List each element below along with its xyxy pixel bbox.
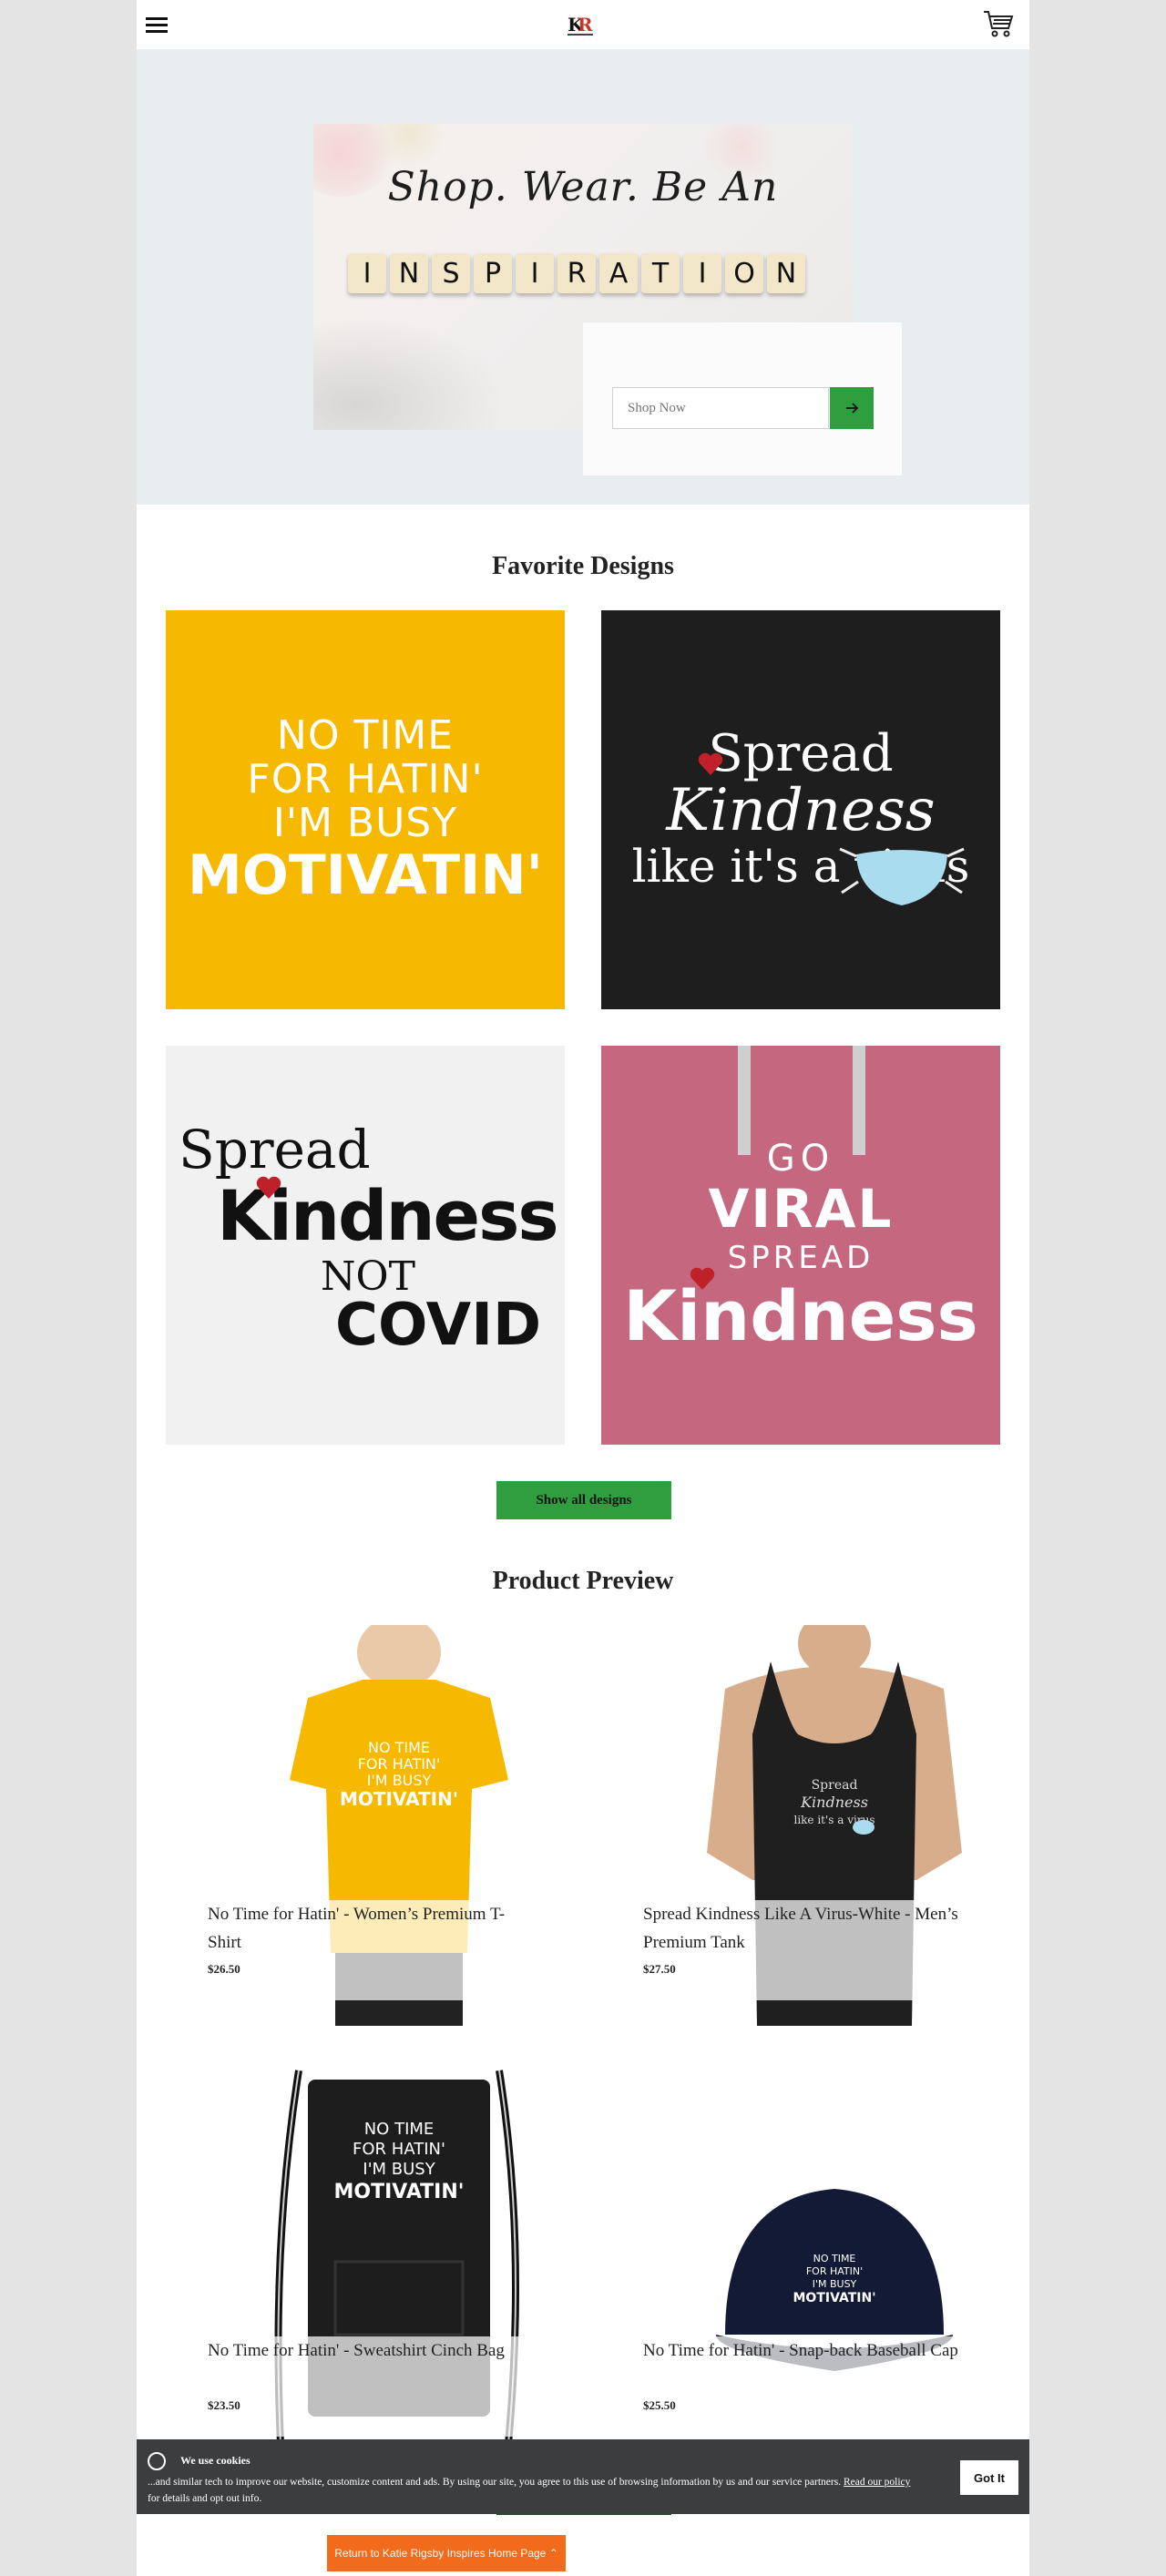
- show-all-designs-button[interactable]: Show all designs: [496, 1481, 671, 1519]
- svg-text:NO TIME: NO TIME: [364, 2120, 435, 2139]
- svg-text:FOR HATIN': FOR HATIN': [353, 2140, 445, 2159]
- design-line: SPREAD: [727, 1240, 874, 1276]
- design-line: MOTIVATIN': [188, 843, 543, 907]
- product-caption: No Time for Hatin' - Snap-back Baseball …: [643, 2336, 980, 2437]
- cookie-body: ...and similar tech to improve our websi…: [148, 2477, 844, 2488]
- product-card-mens-tank[interactable]: Spread Kindness like it's a virus Spread…: [643, 1625, 1026, 2026]
- cookie-text: ...and similar tech to improve our websi…: [148, 2474, 922, 2507]
- hoodie-drawstrings: [738, 1046, 865, 1155]
- shop-now-input[interactable]: [612, 387, 829, 429]
- heart-icon: [698, 752, 723, 775]
- svg-text:MOTIVATIN': MOTIVATIN': [340, 1788, 458, 1810]
- letter-tile: S: [432, 253, 470, 293]
- product-price: $27.50: [643, 1962, 676, 1976]
- letter-tile: N: [390, 253, 428, 293]
- svg-text:I'M BUSY: I'M BUSY: [813, 2278, 857, 2290]
- letter-tile: P: [474, 253, 512, 293]
- letter-tile: I: [516, 253, 554, 293]
- product-name: No Time for Hatin' - Snap-back Baseball …: [643, 2341, 958, 2360]
- design-line: I'M BUSY: [272, 800, 458, 846]
- svg-text:FOR HATIN': FOR HATIN': [806, 2265, 863, 2277]
- heart-icon: [690, 1267, 715, 1290]
- design-go-viral-spread-kindness[interactable]: GO VIRAL SPREAD Kindness: [601, 1046, 1000, 1445]
- product-price: $26.50: [208, 1962, 240, 1976]
- svg-text:FOR HATIN': FOR HATIN': [358, 1755, 441, 1773]
- cookie-title: We use cookies: [180, 2454, 251, 2467]
- svg-text:I'M BUSY: I'M BUSY: [367, 1772, 432, 1789]
- inspiration-tiles: I N S P I R A T I O N: [348, 253, 805, 293]
- product-caption: Spread Kindness Like A Virus-White - Men…: [643, 1900, 980, 2000]
- letter-tile: N: [767, 253, 805, 293]
- svg-text:I'M BUSY: I'M BUSY: [363, 2160, 435, 2179]
- svg-text:Spread: Spread: [812, 1778, 858, 1793]
- svg-text:NO TIME: NO TIME: [813, 2253, 856, 2264]
- svg-text:NO TIME: NO TIME: [368, 1739, 430, 1756]
- design-line: COVID: [335, 1292, 542, 1359]
- logo[interactable]: K R: [562, 9, 598, 40]
- design-line: FOR HATIN': [247, 756, 484, 802]
- favorite-designs-title: Favorite Designs: [492, 552, 674, 580]
- product-caption: No Time for Hatin' - Women’s Premium T-S…: [208, 1900, 545, 2000]
- svg-text:MOTIVATIN': MOTIVATIN': [334, 2181, 465, 2203]
- chevron-up-icon: ⌃: [548, 2547, 558, 2560]
- letter-tile: I: [683, 253, 721, 293]
- page: K R Shop. Wear. Be An I N S P I R A T I …: [137, 0, 1029, 2576]
- product-preview-title: Product Preview: [492, 1567, 674, 1595]
- svg-text:R: R: [578, 14, 593, 36]
- return-home-button[interactable]: Return to Katie Rigsby Inspires Home Pag…: [327, 2535, 566, 2571]
- cookie-banner: We use cookies ...and similar tech to im…: [137, 2439, 1029, 2514]
- cookie-icon: [148, 2452, 166, 2470]
- design-spread-kindness-virus[interactable]: Spread Kindness like it's a virus: [601, 610, 1000, 1009]
- hero-headline: Shop. Wear. Be An: [387, 164, 779, 210]
- hero-banner: Shop. Wear. Be An I N S P I R A T I O N: [137, 49, 1029, 505]
- design-line: NO TIME: [276, 712, 455, 759]
- shop-now-button[interactable]: [830, 387, 874, 429]
- header: K R: [137, 0, 1029, 50]
- design-no-time-for-hatin[interactable]: NO TIME FOR HATIN' I'M BUSY MOTIVATIN': [166, 610, 565, 1009]
- design-line: Kindness: [666, 777, 936, 844]
- face-mask-icon: [839, 847, 965, 905]
- product-name: No Time for Hatin' - Women’s Premium T-S…: [208, 1905, 506, 1952]
- design-line: VIRAL: [708, 1178, 894, 1240]
- letter-tile: O: [725, 253, 763, 293]
- product-price: $23.50: [208, 2398, 240, 2412]
- svg-text:Kindness: Kindness: [800, 1794, 868, 1811]
- design-line: Kindness: [623, 1275, 978, 1356]
- shop-now-card: [583, 322, 902, 475]
- product-price: $25.50: [643, 2398, 676, 2412]
- return-home-label: Return to Katie Rigsby Inspires Home Pag…: [334, 2547, 547, 2560]
- letter-tile: R: [557, 253, 596, 293]
- svg-text:MOTIVATIN': MOTIVATIN': [793, 2291, 876, 2305]
- hamburger-menu-icon[interactable]: [146, 15, 171, 35]
- product-caption: No Time for Hatin' - Sweatshirt Cinch Ba…: [208, 2336, 545, 2437]
- product-card-womens-tshirt[interactable]: NO TIME FOR HATIN' I'M BUSY MOTIVATIN' N…: [208, 1625, 590, 2026]
- design-line: Spread: [179, 1119, 371, 1181]
- letter-tile: A: [599, 253, 638, 293]
- letter-tile: I: [348, 253, 386, 293]
- shopping-cart-icon[interactable]: [982, 7, 1015, 40]
- cookie-body-after: for details and opt out info.: [148, 2493, 262, 2504]
- arrow-right-icon: [846, 403, 859, 414]
- heart-icon: [256, 1176, 281, 1199]
- product-card-cinch-bag[interactable]: NO TIME FOR HATIN' I'M BUSY MOTIVATIN' N…: [208, 2061, 590, 2462]
- got-it-button[interactable]: Got It: [960, 2460, 1018, 2495]
- product-card-baseball-cap[interactable]: NO TIME FOR HATIN' I'M BUSY MOTIVATIN' N…: [643, 2061, 1026, 2462]
- letter-tile: T: [641, 253, 680, 293]
- design-spread-kindness-not-covid[interactable]: Spread Kindness NOT COVID: [166, 1046, 565, 1445]
- product-name: No Time for Hatin' - Sweatshirt Cinch Ba…: [208, 2341, 505, 2360]
- product-name: Spread Kindness Like A Virus-White - Men…: [643, 1905, 958, 1952]
- cookie-policy-link[interactable]: Read our policy: [844, 2477, 910, 2488]
- design-line: Spread: [708, 724, 894, 783]
